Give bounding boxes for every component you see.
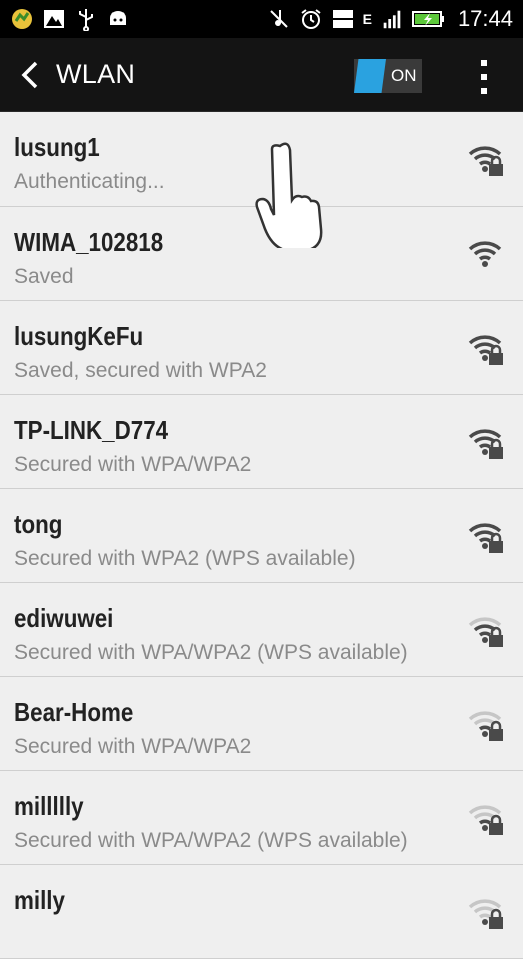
status-bar: E 17:44 (0, 0, 523, 38)
clock: 17:44 (457, 6, 513, 31)
wifi-lock-icon (466, 895, 506, 931)
usb-icon (74, 7, 98, 31)
network-row[interactable]: milly (0, 865, 523, 959)
mute-icon (267, 7, 291, 31)
alarm-icon (299, 7, 323, 31)
network-type: E (362, 11, 372, 27)
3g-1x-icon (331, 7, 355, 31)
network-status: Authenticating... (14, 170, 165, 193)
wifi-lock-icon (466, 613, 506, 649)
network-ssid: lusung1 (14, 132, 100, 162)
network-row[interactable]: tong Secured with WPA2 (WPS available) (0, 489, 523, 583)
wlan-toggle[interactable]: ON (354, 59, 422, 93)
overflow-dot (481, 88, 487, 94)
wifi-lock-icon (466, 425, 506, 461)
network-ssid: tong (14, 509, 63, 539)
wifi-lock-icon (466, 519, 506, 555)
page-title: WLAN (56, 59, 136, 89)
toggle-label: ON (391, 66, 417, 85)
network-status: Secured with WPA/WPA2 (WPS available) (14, 829, 408, 852)
overflow-dot (481, 60, 487, 66)
overflow-dot (481, 74, 487, 80)
wifi-lock-icon (466, 142, 506, 178)
network-status: Saved (14, 265, 74, 288)
network-row[interactable]: millllly Secured with WPA/WPA2 (WPS avail… (0, 771, 523, 865)
network-status: Secured with WPA2 (WPS available) (14, 547, 356, 570)
network-status: Secured with WPA/WPA2 (14, 735, 252, 758)
network-status: Secured with WPA/WPA2 (14, 453, 252, 476)
wifi-lock-icon (466, 801, 506, 837)
network-row[interactable]: ediwuwei Secured with WPA/WPA2 (WPS avail… (0, 583, 523, 677)
network-row[interactable]: TP-LINK_D774 Secured with WPA/WPA2 (0, 395, 523, 489)
network-status: Secured with WPA/WPA2 (WPS available) (14, 641, 408, 664)
chevron-left-icon (21, 61, 38, 88)
battery-charging-icon (411, 7, 446, 31)
network-row[interactable]: Bear-Home Secured with WPA/WPA2 (0, 677, 523, 771)
network-status: Saved, secured with WPA2 (14, 359, 267, 382)
wifi-lock-icon (466, 331, 506, 367)
status-bar-right: E 17:44 (267, 6, 513, 32)
action-bar: WLAN ON (0, 38, 523, 112)
network-ssid: lusungKeFu (14, 321, 144, 351)
network-ssid: millllly (14, 791, 84, 821)
image-icon (42, 7, 66, 31)
wifi-lock-icon (466, 707, 506, 743)
app-icon (10, 7, 34, 31)
network-ssid: milly (14, 885, 65, 915)
network-ssid: TP-LINK_D774 (14, 415, 169, 445)
touch-hand-icon (255, 142, 323, 248)
wifi-icon (466, 237, 506, 273)
back-button[interactable] (4, 38, 56, 112)
network-ssid: Bear-Home (14, 697, 134, 727)
overflow-menu-button[interactable] (474, 60, 494, 94)
network-ssid: ediwuwei (14, 603, 114, 633)
status-bar-left (10, 7, 130, 31)
signal-icon (380, 7, 404, 31)
android-debug-icon (106, 7, 130, 31)
toggle-knob (354, 59, 386, 93)
network-row[interactable]: lusungKeFu Saved, secured with WPA2 (0, 301, 523, 395)
network-ssid: WIMA_102818 (14, 227, 164, 257)
